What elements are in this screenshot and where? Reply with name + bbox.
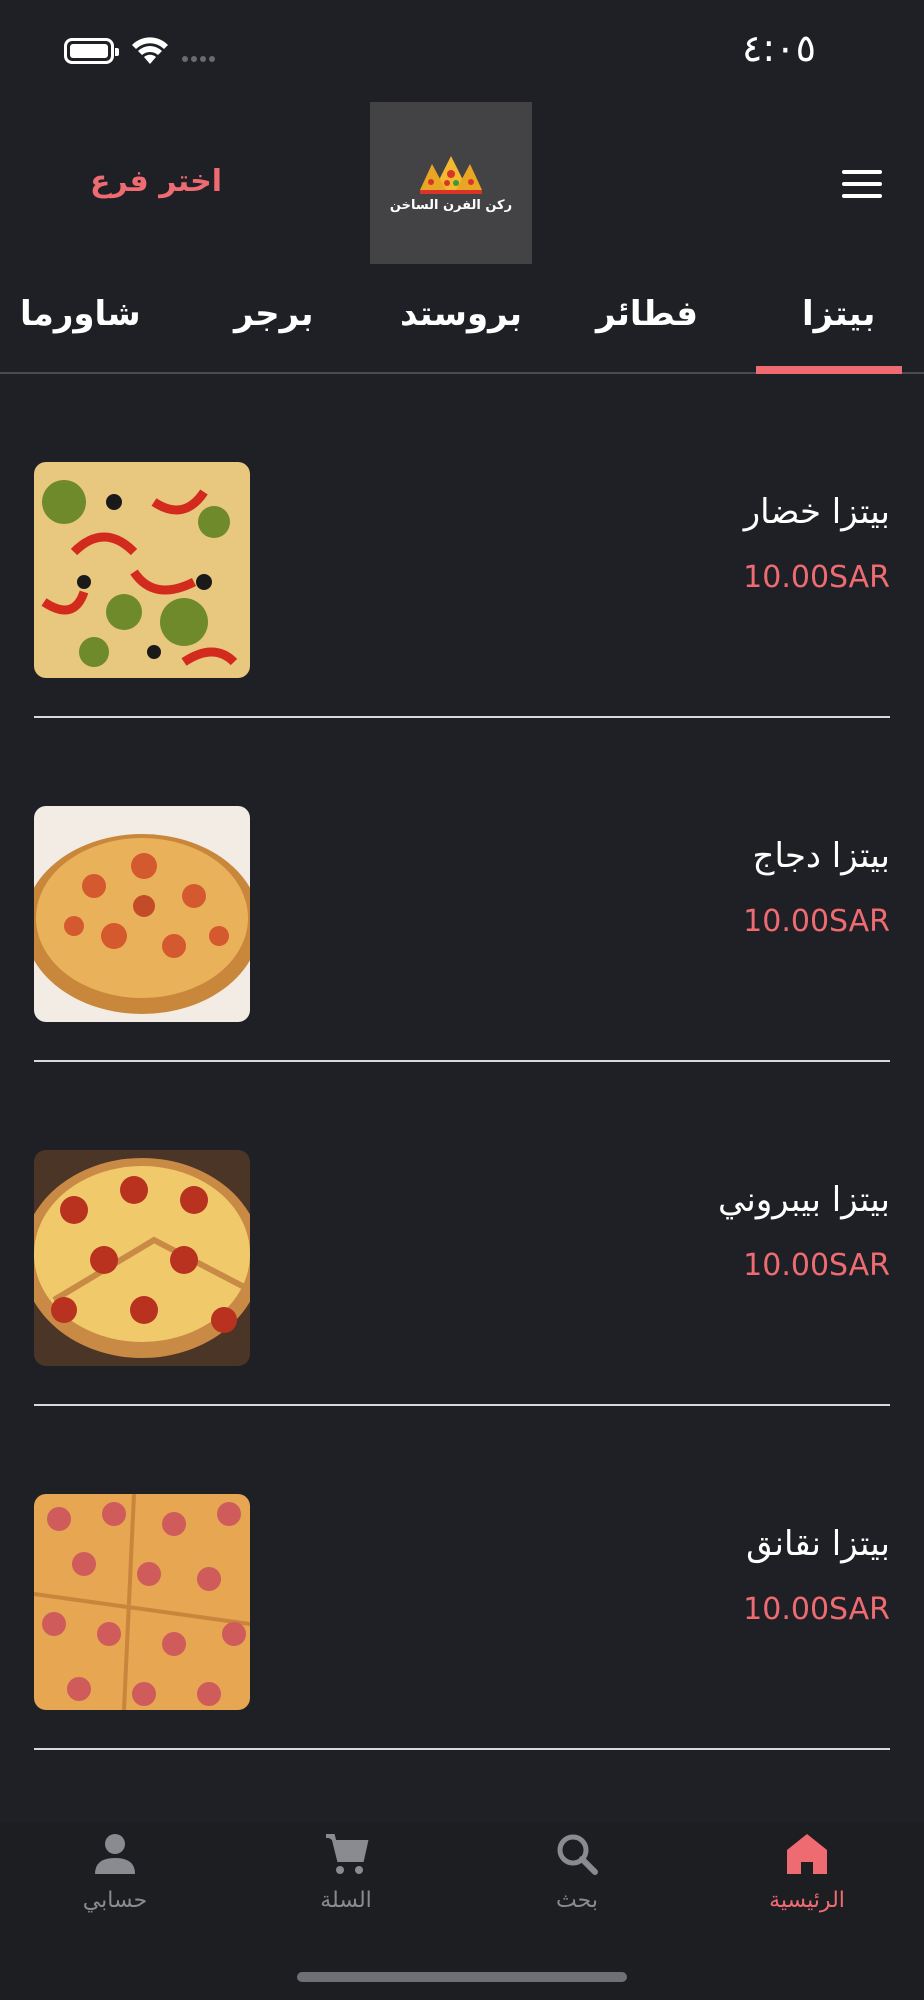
product-image — [34, 1494, 250, 1710]
nav-account[interactable]: حسابي — [40, 1830, 190, 1913]
product-image — [34, 462, 250, 678]
cart-icon — [326, 1834, 369, 1874]
product-name: بيتزا نقانق — [746, 1524, 890, 1564]
nav-cart[interactable]: السلة — [271, 1830, 421, 1913]
wifi-icon — [132, 37, 168, 64]
tab-broasted[interactable]: بروستد — [400, 294, 522, 334]
bottom-navigation: الرئيسية بحث السلة حسابي — [0, 1822, 924, 2000]
tab-shawarma[interactable]: شاورما — [20, 294, 141, 334]
nav-account-label: حسابي — [82, 1888, 148, 1913]
product-image — [34, 1150, 250, 1366]
product-item[interactable]: بيتزا دجاج 10.00SAR — [34, 718, 890, 1062]
status-time: ٤:٠٥ — [741, 26, 816, 70]
user-icon — [95, 1834, 135, 1874]
product-item[interactable]: بيتزا بيبروني 10.00SAR — [34, 1062, 890, 1406]
hamburger-menu-icon[interactable] — [842, 170, 882, 198]
product-item[interactable]: بيتزا خضار 10.00SAR — [34, 374, 890, 718]
product-price: 10.00SAR — [743, 560, 890, 595]
active-tab-indicator — [756, 366, 902, 374]
pizza-logo-icon — [420, 155, 482, 194]
nav-cart-label: السلة — [320, 1888, 372, 1913]
nav-home[interactable]: الرئيسية — [732, 1830, 882, 1913]
category-tabs: بيتزا فطائر بروستد برجر شاورما — [0, 270, 924, 374]
tab-pizza[interactable]: بيتزا — [802, 294, 875, 334]
nav-search[interactable]: بحث — [502, 1830, 652, 1913]
product-price: 10.00SAR — [743, 1248, 890, 1283]
product-price: 10.00SAR — [743, 1592, 890, 1627]
product-name: بيتزا بيبروني — [718, 1180, 890, 1220]
product-list: بيتزا خضار 10.00SAR بيتزا دجاج 10.00SAR … — [0, 374, 924, 1750]
app-header: اختر فرع ركن الفرن الساخن — [0, 100, 924, 270]
battery-icon — [64, 38, 119, 64]
status-bar: ٤:٠٥ — [0, 0, 924, 100]
product-name: بيتزا خضار — [743, 492, 890, 532]
choose-branch-button[interactable]: اختر فرع — [90, 164, 222, 199]
logo-text: ركن الفرن الساخن — [389, 197, 513, 213]
tab-pies[interactable]: فطائر — [596, 294, 698, 334]
restaurant-logo: ركن الفرن الساخن — [370, 102, 532, 264]
product-name: بيتزا دجاج — [752, 836, 890, 876]
home-icon — [787, 1834, 827, 1874]
home-indicator[interactable] — [297, 1972, 627, 1982]
tab-burger[interactable]: برجر — [234, 294, 314, 334]
product-item[interactable]: بيتزا نقانق 10.00SAR — [34, 1406, 890, 1750]
nav-home-label: الرئيسية — [769, 1888, 845, 1913]
product-price: 10.00SAR — [743, 904, 890, 939]
search-icon — [557, 1834, 598, 1875]
nav-search-label: بحث — [556, 1888, 598, 1913]
product-image — [34, 806, 250, 1022]
signal-icon — [182, 56, 215, 62]
